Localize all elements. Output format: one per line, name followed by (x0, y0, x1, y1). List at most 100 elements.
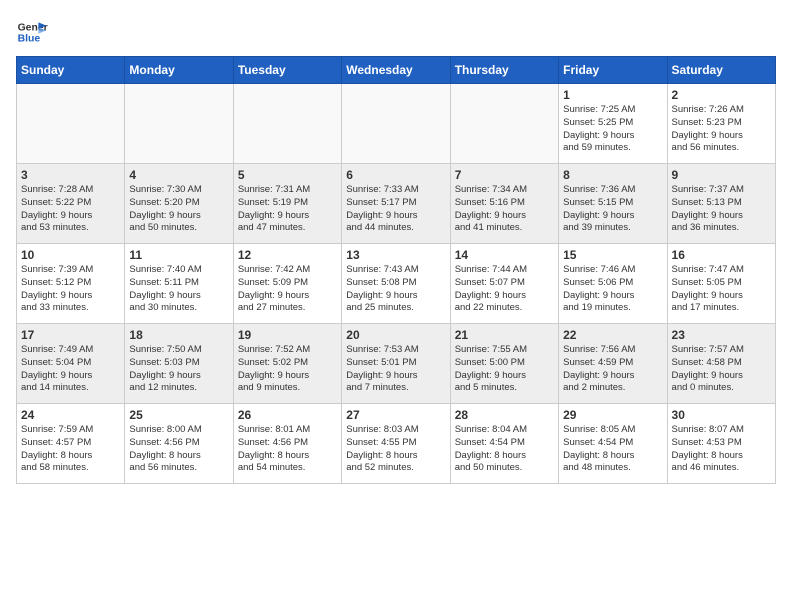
day-of-week-header: Friday (559, 57, 667, 84)
day-number: 12 (238, 248, 337, 262)
day-info: Sunrise: 7:55 AM Sunset: 5:00 PM Dayligh… (455, 344, 554, 395)
calendar-cell: 19Sunrise: 7:52 AM Sunset: 5:02 PM Dayli… (233, 324, 341, 404)
day-info: Sunrise: 7:30 AM Sunset: 5:20 PM Dayligh… (129, 184, 228, 235)
day-info: Sunrise: 7:59 AM Sunset: 4:57 PM Dayligh… (21, 424, 120, 475)
day-info: Sunrise: 7:44 AM Sunset: 5:07 PM Dayligh… (455, 264, 554, 315)
calendar-cell: 1 Sunrise: 7:25 AM Sunset: 5:25 PM Daylig… (559, 84, 667, 164)
calendar-cell: 2 Sunrise: 7:26 AM Sunset: 5:23 PM Daylig… (667, 84, 775, 164)
calendar-cell: 5 Sunrise: 7:31 AM Sunset: 5:19 PM Daylig… (233, 164, 341, 244)
calendar-cell (233, 84, 341, 164)
day-number: 5 (238, 168, 337, 182)
day-number: 19 (238, 328, 337, 342)
day-of-week-header: Thursday (450, 57, 558, 84)
day-info: Sunrise: 8:07 AM Sunset: 4:53 PM Dayligh… (672, 424, 771, 475)
day-number: 22 (563, 328, 662, 342)
calendar-cell (342, 84, 450, 164)
calendar-cell: 23 Sunrise: 7:57 AM Sunset: 4:58 PM Dayli… (667, 324, 775, 404)
calendar-cell: 9Sunrise: 7:37 AM Sunset: 5:13 PM Daylig… (667, 164, 775, 244)
day-info: Sunrise: 7:34 AM Sunset: 5:16 PM Dayligh… (455, 184, 554, 235)
day-info: Sunrise: 7:43 AM Sunset: 5:08 PM Dayligh… (346, 264, 445, 315)
calendar-cell (17, 84, 125, 164)
day-number: 4 (129, 168, 228, 182)
calendar-cell: 30 Sunrise: 8:07 AM Sunset: 4:53 PM Dayli… (667, 404, 775, 484)
day-of-week-header: Tuesday (233, 57, 341, 84)
calendar-cell: 15 Sunrise: 7:46 AM Sunset: 5:06 PM Dayli… (559, 244, 667, 324)
calendar-cell: 22 Sunrise: 7:56 AM Sunset: 4:59 PM Dayli… (559, 324, 667, 404)
day-info: Sunrise: 7:39 AM Sunset: 5:12 PM Dayligh… (21, 264, 120, 315)
day-number: 3 (21, 168, 120, 182)
day-info: Sunrise: 7:50 AM Sunset: 5:03 PM Dayligh… (129, 344, 228, 395)
calendar-table: SundayMondayTuesdayWednesdayThursdayFrid… (16, 56, 776, 484)
day-number: 8 (563, 168, 662, 182)
day-number: 29 (563, 408, 662, 422)
calendar-week-row: 1 Sunrise: 7:25 AM Sunset: 5:25 PM Daylig… (17, 84, 776, 164)
day-info: Sunrise: 7:57 AM Sunset: 4:58 PM Dayligh… (672, 344, 771, 395)
svg-text:General: General (18, 22, 48, 33)
day-info: Sunrise: 8:03 AM Sunset: 4:55 PM Dayligh… (346, 424, 445, 475)
day-number: 28 (455, 408, 554, 422)
calendar-cell: 29 Sunrise: 8:05 AM Sunset: 4:54 PM Dayli… (559, 404, 667, 484)
calendar-week-row: 3Sunrise: 7:28 AM Sunset: 5:22 PM Daylig… (17, 164, 776, 244)
day-info: Sunrise: 7:26 AM Sunset: 5:23 PM Dayligh… (672, 104, 771, 155)
calendar-cell: 26 Sunrise: 8:01 AM Sunset: 4:56 PM Dayli… (233, 404, 341, 484)
calendar-week-row: 24 Sunrise: 7:59 AM Sunset: 4:57 PM Dayli… (17, 404, 776, 484)
logo: General Blue (16, 16, 48, 48)
calendar-week-row: 10Sunrise: 7:39 AM Sunset: 5:12 PM Dayli… (17, 244, 776, 324)
day-info: Sunrise: 8:01 AM Sunset: 4:56 PM Dayligh… (238, 424, 337, 475)
day-number: 13 (346, 248, 445, 262)
calendar-cell: 27 Sunrise: 8:03 AM Sunset: 4:55 PM Dayli… (342, 404, 450, 484)
day-info: Sunrise: 7:42 AM Sunset: 5:09 PM Dayligh… (238, 264, 337, 315)
calendar-cell: 8 Sunrise: 7:36 AM Sunset: 5:15 PM Daylig… (559, 164, 667, 244)
day-number: 26 (238, 408, 337, 422)
day-info: Sunrise: 7:25 AM Sunset: 5:25 PM Dayligh… (563, 104, 662, 155)
day-number: 11 (129, 248, 228, 262)
calendar-cell: 25 Sunrise: 8:00 AM Sunset: 4:56 PM Dayli… (125, 404, 233, 484)
day-info: Sunrise: 7:37 AM Sunset: 5:13 PM Dayligh… (672, 184, 771, 235)
day-number: 6 (346, 168, 445, 182)
day-number: 24 (21, 408, 120, 422)
page-header: General Blue (16, 16, 776, 48)
calendar-cell (450, 84, 558, 164)
day-of-week-header: Sunday (17, 57, 125, 84)
svg-text:Blue: Blue (18, 34, 41, 45)
day-number: 14 (455, 248, 554, 262)
day-number: 16 (672, 248, 771, 262)
calendar-cell: 13 Sunrise: 7:43 AM Sunset: 5:08 PM Dayli… (342, 244, 450, 324)
calendar-cell: 10Sunrise: 7:39 AM Sunset: 5:12 PM Dayli… (17, 244, 125, 324)
day-number: 23 (672, 328, 771, 342)
calendar-cell: 17 Sunrise: 7:49 AM Sunset: 5:04 PM Dayli… (17, 324, 125, 404)
calendar-cell: 18 Sunrise: 7:50 AM Sunset: 5:03 PM Dayli… (125, 324, 233, 404)
calendar-cell: 16 Sunrise: 7:47 AM Sunset: 5:05 PM Dayli… (667, 244, 775, 324)
day-number: 27 (346, 408, 445, 422)
day-number: 18 (129, 328, 228, 342)
day-info: Sunrise: 8:05 AM Sunset: 4:54 PM Dayligh… (563, 424, 662, 475)
day-info: Sunrise: 7:49 AM Sunset: 5:04 PM Dayligh… (21, 344, 120, 395)
day-info: Sunrise: 8:00 AM Sunset: 4:56 PM Dayligh… (129, 424, 228, 475)
day-number: 20 (346, 328, 445, 342)
day-of-week-header: Saturday (667, 57, 775, 84)
calendar-cell: 4 Sunrise: 7:30 AM Sunset: 5:20 PM Daylig… (125, 164, 233, 244)
calendar-cell: 6 Sunrise: 7:33 AM Sunset: 5:17 PM Daylig… (342, 164, 450, 244)
logo-icon: General Blue (16, 16, 48, 48)
day-info: Sunrise: 7:56 AM Sunset: 4:59 PM Dayligh… (563, 344, 662, 395)
calendar-cell: 7Sunrise: 7:34 AM Sunset: 5:16 PM Daylig… (450, 164, 558, 244)
calendar-week-row: 17 Sunrise: 7:49 AM Sunset: 5:04 PM Dayli… (17, 324, 776, 404)
day-info: Sunrise: 7:36 AM Sunset: 5:15 PM Dayligh… (563, 184, 662, 235)
day-info: Sunrise: 7:53 AM Sunset: 5:01 PM Dayligh… (346, 344, 445, 395)
day-info: Sunrise: 7:33 AM Sunset: 5:17 PM Dayligh… (346, 184, 445, 235)
day-number: 25 (129, 408, 228, 422)
calendar-cell: 20 Sunrise: 7:53 AM Sunset: 5:01 PM Dayli… (342, 324, 450, 404)
day-of-week-header: Wednesday (342, 57, 450, 84)
day-number: 30 (672, 408, 771, 422)
day-info: Sunrise: 7:46 AM Sunset: 5:06 PM Dayligh… (563, 264, 662, 315)
day-info: Sunrise: 7:31 AM Sunset: 5:19 PM Dayligh… (238, 184, 337, 235)
day-number: 21 (455, 328, 554, 342)
calendar-cell: 28Sunrise: 8:04 AM Sunset: 4:54 PM Dayli… (450, 404, 558, 484)
day-number: 1 (563, 88, 662, 102)
calendar-cell: 14 Sunrise: 7:44 AM Sunset: 5:07 PM Dayli… (450, 244, 558, 324)
day-number: 2 (672, 88, 771, 102)
day-of-week-header: Monday (125, 57, 233, 84)
day-number: 17 (21, 328, 120, 342)
day-number: 15 (563, 248, 662, 262)
day-info: Sunrise: 7:47 AM Sunset: 5:05 PM Dayligh… (672, 264, 771, 315)
